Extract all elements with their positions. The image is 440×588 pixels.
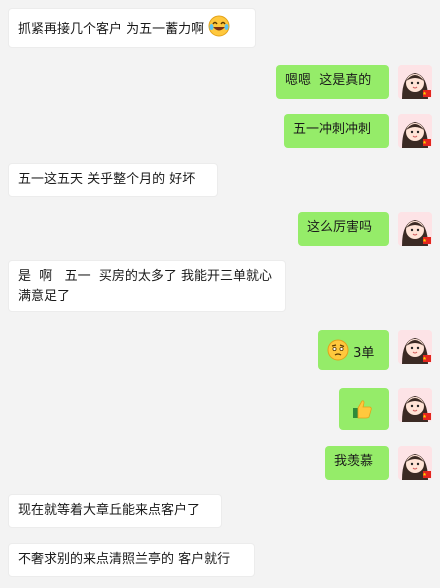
- message-bubble[interactable]: [339, 388, 389, 430]
- message-bubble[interactable]: 五一冲刺冲刺: [284, 114, 389, 148]
- message-bubble[interactable]: 不奢求别的来点清照兰亭的 客户就行: [8, 543, 255, 577]
- avatar[interactable]: [398, 212, 432, 246]
- avatar[interactable]: [398, 65, 432, 99]
- message-text: 五一这五天 关乎整个月的 好坏: [18, 172, 196, 187]
- thumbs-up-emoji-icon: [351, 398, 373, 427]
- message-bubble[interactable]: 3单: [318, 330, 389, 370]
- avatar[interactable]: [398, 330, 432, 364]
- chat-window: 抓紧再接几个客户 为五一蓄力啊 嗯嗯 这是真的 五一冲刺冲刺 五一这五天 关乎整…: [0, 0, 440, 588]
- message-text: 五一冲刺冲刺: [293, 122, 372, 137]
- message-bubble[interactable]: 嗯嗯 这是真的: [276, 65, 389, 99]
- message-text: 我羡慕: [334, 454, 374, 469]
- message-bubble[interactable]: 是 啊 五一 买房的太多了 我能开三单就心满意足了: [8, 260, 286, 312]
- message-bubble[interactable]: 五一这五天 关乎整个月的 好坏: [8, 163, 218, 197]
- avatar[interactable]: [398, 388, 432, 422]
- message-bubble[interactable]: 这么厉害吗: [298, 212, 389, 246]
- avatar[interactable]: [398, 446, 432, 480]
- message-bubble[interactable]: 抓紧再接几个客户 为五一蓄力啊: [8, 8, 256, 48]
- message-text: 抓紧再接几个客户 为五一蓄力啊: [18, 22, 205, 37]
- message-text: 不奢求别的来点清照兰亭的 客户就行: [18, 552, 231, 567]
- message-text: 这么厉害吗: [307, 220, 373, 235]
- message-text: 是 啊 五一 买房的太多了 我能开三单就心满意足了: [18, 269, 273, 304]
- message-text: 现在就等着大章丘能来点客户了: [18, 503, 201, 518]
- message-text: 嗯嗯 这是真的: [285, 73, 372, 88]
- message-text: 3单: [353, 346, 375, 361]
- message-bubble[interactable]: 现在就等着大章丘能来点客户了: [8, 494, 222, 528]
- message-bubble[interactable]: 我羡慕: [325, 446, 389, 480]
- thinking-emoji-icon: [327, 339, 349, 368]
- avatar[interactable]: [398, 114, 432, 148]
- laughing-crying-emoji-icon: [208, 15, 230, 44]
